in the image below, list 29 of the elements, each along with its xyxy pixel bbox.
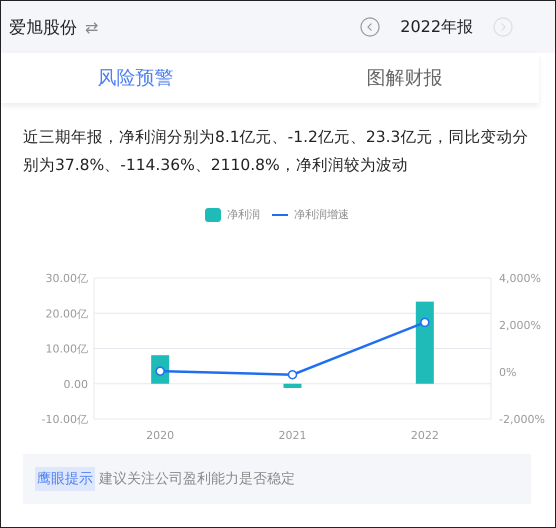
period-label: 2022年报 (400, 16, 473, 38)
legend-label: 净利润增速 (294, 207, 349, 222)
swap-icon[interactable]: ⇄ (85, 18, 98, 36)
y-axis-label: 4,000% (499, 272, 541, 285)
summary-text: 近三期年报，净利润分别为8.1亿元、-1.2亿元、23.3亿元，同比变动分别为37.8%、-114.36%、2110.8%，净利润较为波动 (23, 127, 530, 176)
y-axis-label: 10.00亿 (46, 342, 88, 356)
previous-icon[interactable] (360, 17, 380, 37)
tip-text: 建议关注公司盈利能力是否稳定 (99, 470, 295, 488)
x-axis-label: 2021 (278, 429, 306, 442)
x-axis-label: 2020 (146, 429, 174, 442)
data-point (288, 370, 298, 380)
data-point (420, 318, 430, 328)
legend-label: 净利润 (227, 207, 260, 222)
data-point (155, 366, 165, 376)
tab[interactable]: 图解财报 (270, 53, 539, 103)
y-axis-label: -2,000% (499, 413, 545, 426)
y-axis-label: -10.00亿 (42, 413, 88, 426)
y-axis-label: 30.00亿 (46, 272, 88, 285)
bar (284, 384, 302, 388)
y-axis-label: 0.00 (64, 378, 88, 391)
legend-line-icon (272, 214, 288, 216)
x-axis-label: 2022 (410, 429, 439, 442)
y-axis-label: 0% (499, 366, 516, 379)
legend-swatch-icon (205, 208, 221, 222)
company-name: 爱旭股份 (9, 16, 77, 38)
tab[interactable]: 风险预警 (1, 53, 270, 103)
tip-tag: 鹰眼提示 (35, 467, 95, 491)
y-axis-label: 20.00亿 (46, 307, 88, 320)
y-axis-label: 2,000% (499, 319, 541, 332)
